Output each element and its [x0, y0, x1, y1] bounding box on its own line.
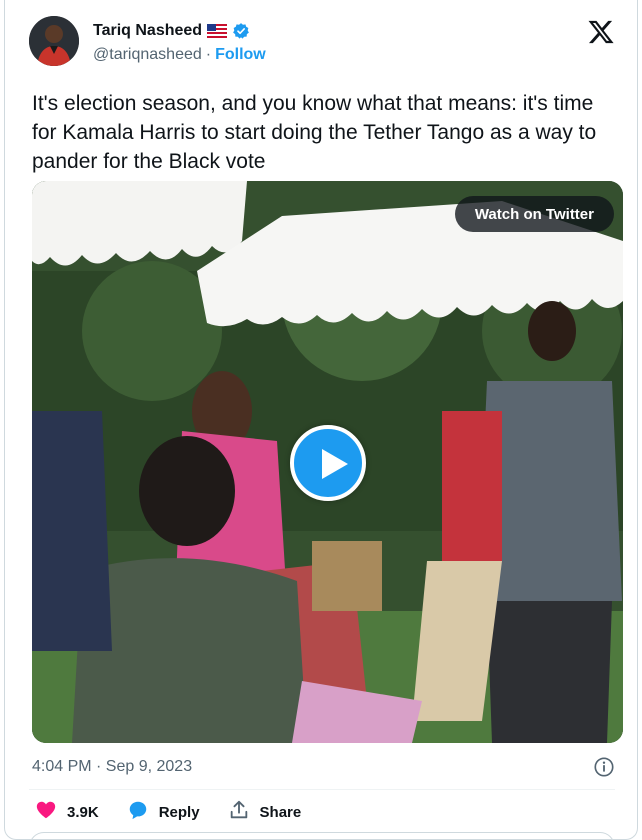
info-icon[interactable] — [593, 756, 615, 778]
share-icon — [228, 799, 250, 825]
like-button[interactable]: 3.9K — [35, 799, 99, 825]
reply-bubble-icon — [127, 799, 149, 825]
watch-on-twitter-button[interactable]: Watch on Twitter — [454, 196, 614, 232]
us-flag-icon — [207, 24, 228, 38]
share-button[interactable]: Share — [228, 799, 302, 825]
share-label: Share — [259, 803, 302, 821]
timestamp[interactable]: 4:04 PM · Sep 9, 2023 — [32, 758, 192, 776]
reply-label: Reply — [158, 803, 200, 821]
tweet-text: It's election season, and you know what … — [32, 92, 597, 173]
tweet-header: Tariq Nasheed @tariqnasheed · Follow — [29, 14, 619, 74]
author-handle[interactable]: @tariqnasheed — [93, 46, 202, 64]
avatar[interactable] — [29, 16, 79, 66]
divider — [29, 789, 615, 790]
handle-separator: · — [205, 46, 212, 63]
read-replies-bar[interactable] — [29, 832, 615, 840]
video-player[interactable]: Watch on Twitter — [32, 181, 623, 743]
author-info: Tariq Nasheed @tariqnasheed · Follow — [93, 20, 266, 64]
verified-badge-icon — [232, 22, 250, 40]
play-icon[interactable] — [290, 425, 366, 501]
tweet-card: Tariq Nasheed @tariqnasheed · Follow It'… — [4, 0, 638, 840]
tweet-meta: 4:04 PM · Sep 9, 2023 — [32, 756, 615, 778]
tweet-actions: 3.9K Reply Share — [35, 800, 301, 824]
x-logo-icon[interactable] — [587, 18, 615, 46]
like-count: 3.9K — [67, 803, 99, 821]
display-name[interactable]: Tariq Nasheed — [93, 22, 202, 40]
follow-button[interactable]: Follow — [215, 46, 266, 64]
reply-button[interactable]: Reply — [127, 799, 200, 825]
heart-icon — [35, 799, 57, 825]
